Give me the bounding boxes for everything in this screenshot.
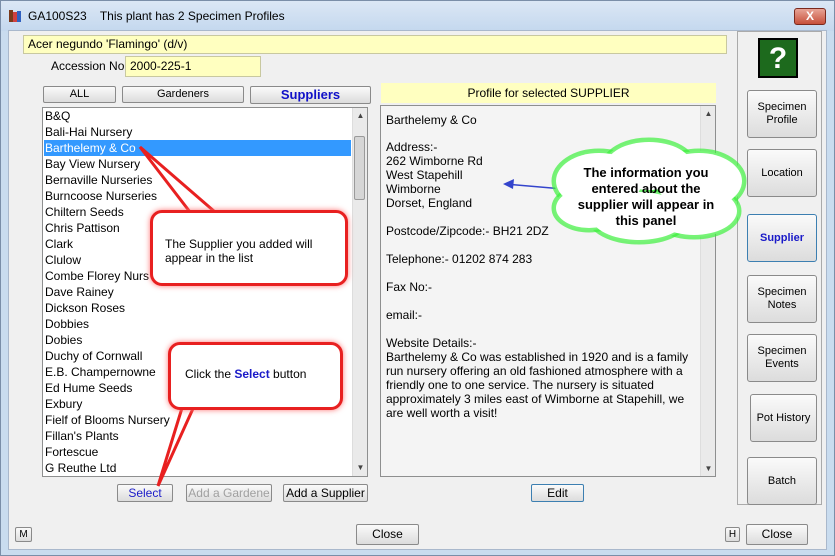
callout-pointers bbox=[138, 145, 576, 487]
cloud-tip-text: The information you entered about the su… bbox=[577, 165, 715, 228]
list-tip-callout: The Supplier you added will appear in th… bbox=[150, 210, 348, 286]
select-tip-callout: Click the Select button bbox=[168, 342, 343, 410]
